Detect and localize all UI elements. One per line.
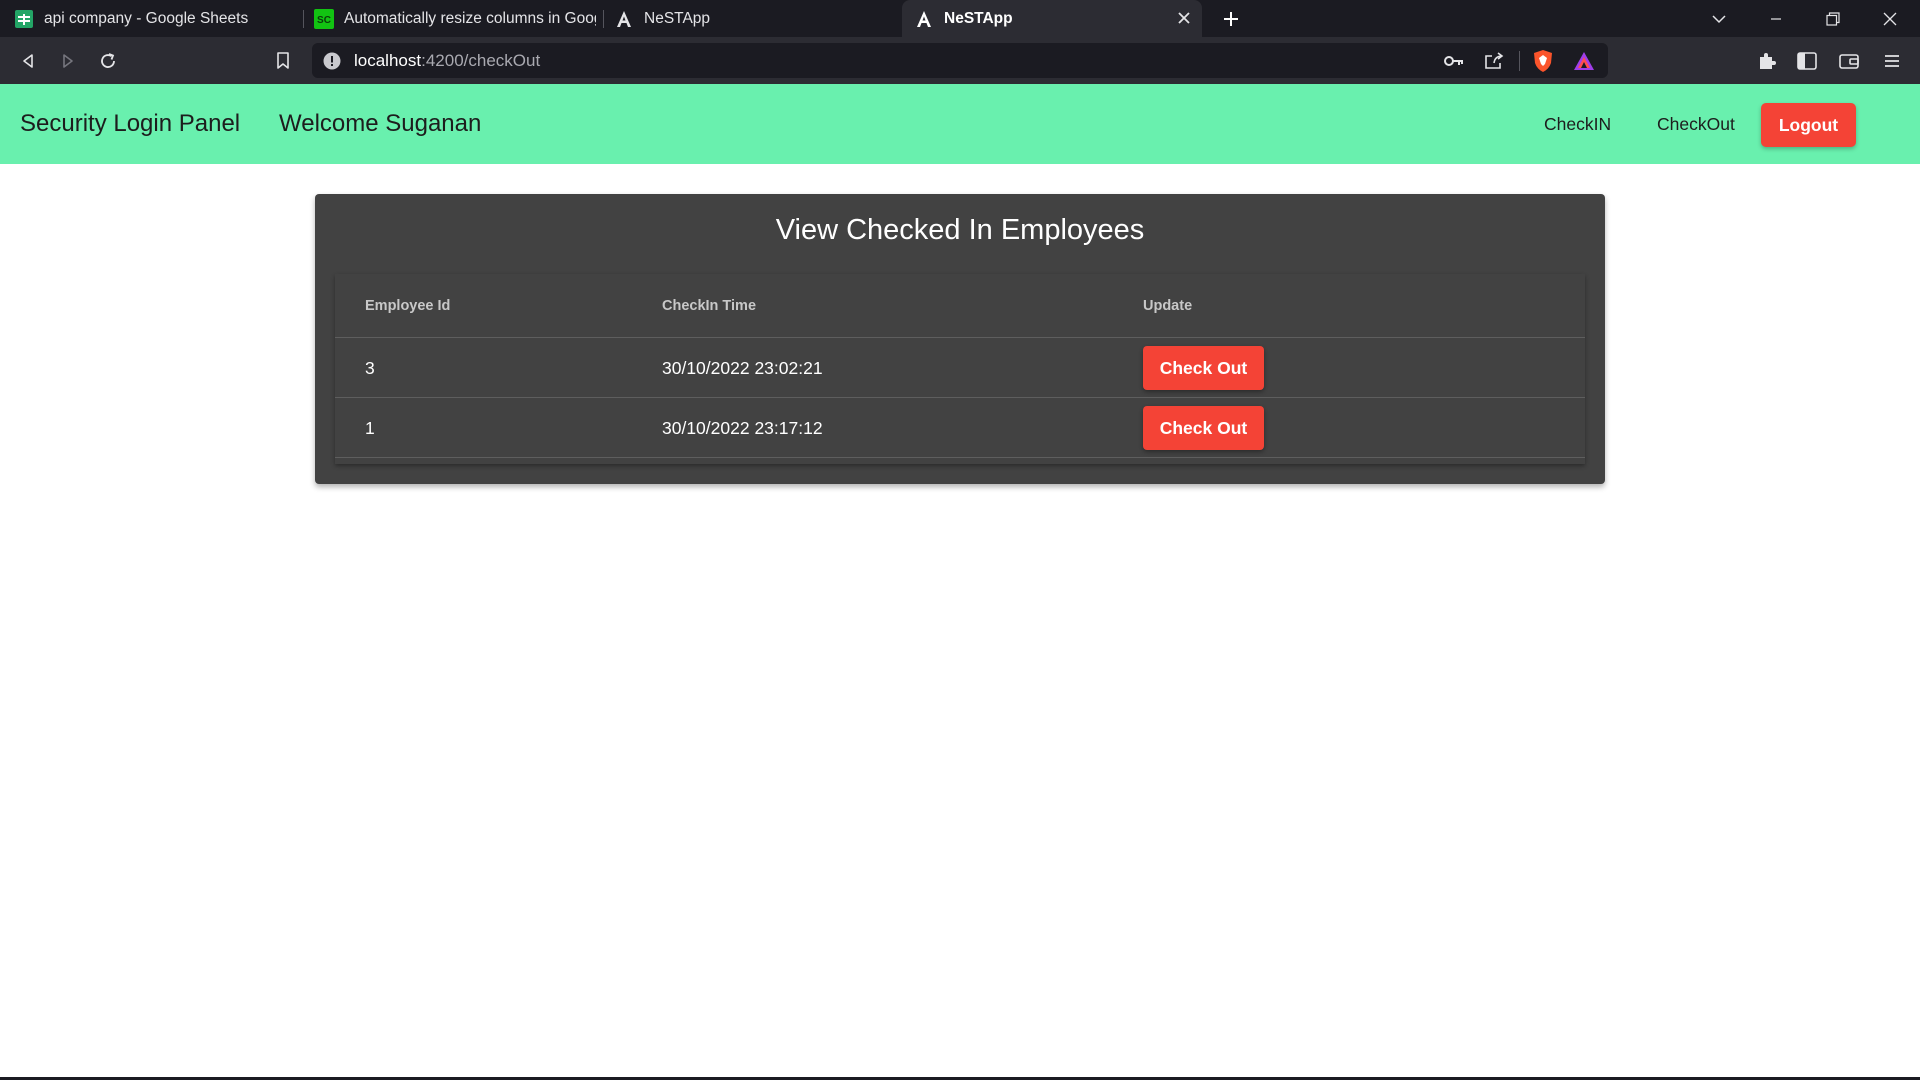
column-header-checkin-time: CheckIn Time	[662, 298, 757, 314]
table-row: 3 30/10/2022 23:02:21 Check Out	[335, 338, 1585, 398]
employees-table: Employee Id CheckIn Time Update 3 30/10/…	[335, 274, 1585, 464]
address-separator	[1519, 51, 1520, 71]
key-icon[interactable]	[1442, 49, 1466, 73]
tab-search-button[interactable]	[1696, 0, 1742, 37]
browser-tab-google-sheets[interactable]: api company - Google Sheets	[14, 0, 294, 37]
share-icon[interactable]	[1482, 49, 1506, 73]
hamburger-menu-icon	[1885, 55, 1899, 67]
checkin-time-cell: 30/10/2022 23:02:21	[662, 358, 823, 378]
forward-arrow-icon	[63, 54, 73, 68]
google-sheets-icon	[14, 9, 34, 29]
bookmark-button[interactable]	[267, 45, 299, 77]
sc-site-icon: SC	[314, 8, 334, 29]
tab-separator	[603, 10, 604, 28]
tab-title: Automatically resize columns in Googl	[344, 9, 596, 27]
url-text[interactable]: localhost:4200/checkOut	[354, 43, 540, 78]
url-host: localhost	[354, 51, 422, 70]
plus-icon	[1224, 12, 1238, 26]
browser-tab-resize-columns[interactable]: SC Automatically resize columns in Googl	[314, 0, 596, 37]
checkin-time-cell: 30/10/2022 23:17:12	[662, 418, 823, 438]
address-bar[interactable]: localhost:4200/checkOut	[312, 43, 1608, 78]
browser-toolbar: localhost:4200/checkOut	[0, 37, 1920, 84]
wallet-icon	[1839, 54, 1859, 69]
url-path: :4200/checkOut	[421, 51, 541, 70]
tab-title: NeSTApp	[944, 9, 1013, 27]
logout-button[interactable]: Logout	[1761, 103, 1856, 147]
close-tab-icon[interactable]	[1174, 8, 1194, 28]
sc-site-icon-text: SC	[317, 15, 331, 26]
tab-separator	[303, 10, 304, 28]
column-header-update: Update	[1143, 298, 1193, 314]
wallet-button[interactable]	[1833, 45, 1865, 77]
browser-tab-strip: api company - Google Sheets SC Automatic…	[0, 0, 1920, 37]
back-arrow-icon	[23, 54, 33, 68]
close-window-button[interactable]	[1867, 0, 1913, 37]
chevron-down-icon	[1712, 14, 1726, 23]
new-tab-button[interactable]	[1216, 4, 1246, 34]
puzzle-icon	[1760, 53, 1776, 69]
check-out-button[interactable]: Check Out	[1143, 346, 1264, 390]
angular-icon	[914, 9, 934, 29]
column-header-employee-id: Employee Id	[365, 298, 451, 314]
restore-icon	[1826, 11, 1840, 26]
nav-link-checkin[interactable]: CheckIN	[1544, 84, 1611, 164]
site-info-icon[interactable]	[322, 51, 342, 71]
back-button[interactable]	[12, 45, 44, 77]
page-title: View Checked In Employees	[775, 214, 1145, 246]
tab-title: api company - Google Sheets	[44, 9, 249, 27]
forward-button[interactable]	[52, 45, 84, 77]
angular-icon	[614, 9, 634, 29]
table-row: 1 30/10/2022 23:17:12 Check Out	[335, 398, 1585, 458]
reload-icon	[101, 53, 115, 68]
brave-rewards-icon[interactable]	[1572, 49, 1596, 73]
close-icon	[1883, 12, 1897, 25]
nav-link-checkout[interactable]: CheckOut	[1657, 84, 1735, 164]
minimize-button[interactable]	[1753, 0, 1799, 37]
check-out-button[interactable]: Check Out	[1143, 406, 1264, 450]
browser-tab-nestapp-active[interactable]: NeSTApp	[902, 0, 1202, 37]
bookmark-icon	[277, 52, 289, 69]
employee-id-cell: 3	[365, 358, 375, 378]
checked-in-employees-card: View Checked In Employees Employee Id Ch…	[315, 194, 1605, 484]
brave-shields-icon[interactable]	[1531, 49, 1555, 73]
tab-title: NeSTApp	[644, 9, 711, 27]
employee-id-cell: 1	[365, 418, 375, 438]
extensions-button[interactable]	[1751, 45, 1783, 77]
app-navbar: Security Login Panel Welcome Suganan Che…	[0, 84, 1920, 164]
restore-button[interactable]	[1810, 0, 1856, 37]
table-header-row: Employee Id CheckIn Time Update	[335, 274, 1585, 338]
brand-title: Security Login Panel	[20, 110, 241, 137]
minimize-icon	[1771, 17, 1781, 20]
menu-button[interactable]	[1876, 45, 1908, 77]
welcome-text: Welcome Suganan	[279, 110, 482, 137]
reload-button[interactable]	[92, 45, 124, 77]
sidebar-button[interactable]	[1791, 45, 1823, 77]
browser-tab-nestapp[interactable]: NeSTApp	[614, 0, 894, 37]
sidebar-icon	[1797, 52, 1817, 70]
